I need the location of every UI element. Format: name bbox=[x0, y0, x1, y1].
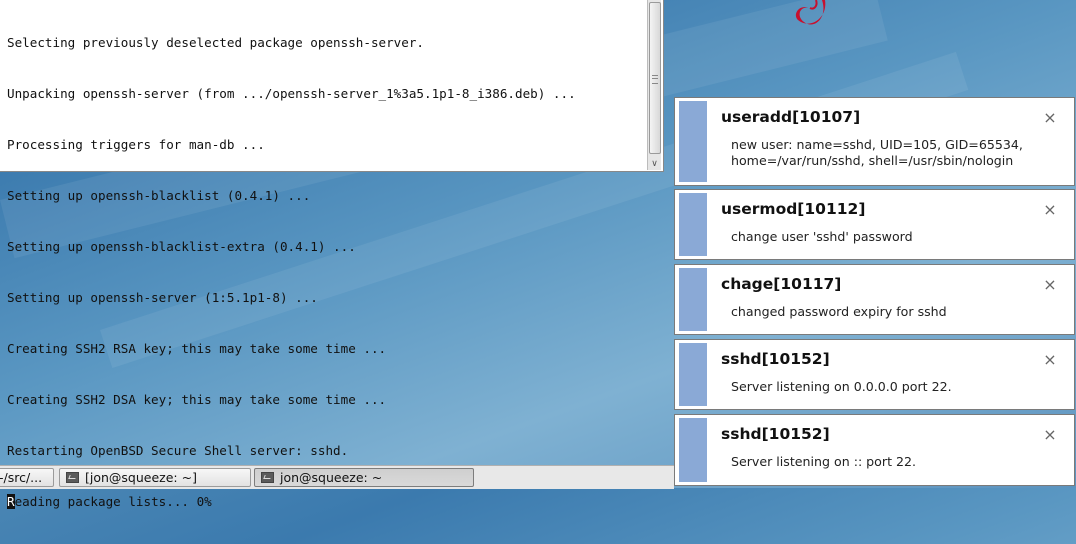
terminal-current-text: eading package lists... 0% bbox=[14, 494, 212, 509]
notification-title: sshd[10152] bbox=[721, 350, 830, 368]
notification-stripe bbox=[679, 418, 707, 482]
taskbar-item-terminal-1[interactable]: [jon@squeeze: ~] bbox=[59, 468, 251, 487]
notification-body: change user 'sshd' password bbox=[731, 229, 913, 244]
terminal-line: Creating SSH2 DSA key; this may take som… bbox=[7, 392, 387, 407]
debian-swirl-logo bbox=[795, 0, 826, 25]
notification-sshd-ipv4[interactable]: sshd[10152] Server listening on 0.0.0.0 … bbox=[674, 339, 1075, 410]
notification-useradd[interactable]: useradd[10107] new user: name=sshd, UID=… bbox=[674, 97, 1075, 186]
notification-body: changed password expiry for sshd bbox=[731, 304, 947, 319]
taskbar-item-label: [jon@squeeze: ~] bbox=[85, 470, 197, 485]
close-icon[interactable]: × bbox=[1042, 202, 1058, 218]
terminal-window[interactable]: Selecting previously deselected package … bbox=[0, 0, 664, 509]
terminal-scrollbar[interactable]: ∨ bbox=[647, 0, 661, 170]
notification-stripe bbox=[679, 101, 707, 182]
notification-title: usermod[10112] bbox=[721, 200, 866, 218]
terminal-line: Setting up openssh-blacklist-extra (0.4.… bbox=[7, 239, 356, 254]
terminal-line: Creating SSH2 RSA key; this may take som… bbox=[7, 341, 387, 356]
terminal-cursor: R bbox=[7, 494, 15, 509]
notification-stripe bbox=[679, 193, 707, 256]
notification-stripe bbox=[679, 343, 707, 406]
notification-body: new user: name=sshd, UID=105, GID=65534,… bbox=[731, 137, 1023, 168]
taskbar-item-label: jon@squeeze: ~ bbox=[280, 470, 383, 485]
terminal-icon bbox=[261, 472, 274, 483]
taskbar-item-src[interactable]: -/src/... bbox=[0, 468, 54, 487]
notification-body: Server listening on 0.0.0.0 port 22. bbox=[731, 379, 952, 394]
taskbar-item-terminal-2[interactable]: jon@squeeze: ~ bbox=[254, 468, 474, 487]
taskbar-item-label: -/src/... bbox=[0, 470, 43, 485]
notification-stripe bbox=[679, 268, 707, 331]
taskbar: -/src/... [jon@squeeze: ~] jon@squeeze: … bbox=[0, 465, 674, 489]
notification-sshd-ipv6[interactable]: sshd[10152] Server listening on :: port … bbox=[674, 414, 1075, 486]
notification-usermod[interactable]: usermod[10112] change user 'sshd' passwo… bbox=[674, 189, 1075, 260]
terminal-line: Setting up openssh-blacklist (0.4.1) ... bbox=[7, 188, 311, 203]
terminal-line: Selecting previously deselected package … bbox=[7, 35, 425, 50]
notification-title: chage[10117] bbox=[721, 275, 842, 293]
close-icon[interactable]: × bbox=[1042, 110, 1058, 126]
terminal-icon bbox=[66, 472, 79, 483]
notification-title: sshd[10152] bbox=[721, 425, 830, 443]
scrollbar-thumb[interactable] bbox=[649, 2, 661, 154]
terminal-line: Processing triggers for man-db ... bbox=[7, 137, 265, 152]
terminal-line: Unpacking openssh-server (from .../opens… bbox=[7, 86, 576, 101]
terminal-line-current: Reading package lists... 0% bbox=[7, 493, 647, 510]
notification-chage[interactable]: chage[10117] changed password expiry for… bbox=[674, 264, 1075, 335]
scrollbar-grip-icon bbox=[652, 75, 658, 84]
notification-title: useradd[10107] bbox=[721, 108, 861, 126]
terminal-output: Selecting previously deselected package … bbox=[7, 0, 647, 544]
close-icon[interactable]: × bbox=[1042, 277, 1058, 293]
terminal-line: Setting up openssh-server (1:5.1p1-8) ..… bbox=[7, 290, 318, 305]
terminal-line: Restarting OpenBSD Secure Shell server: … bbox=[7, 443, 349, 458]
close-icon[interactable]: × bbox=[1042, 352, 1058, 368]
close-icon[interactable]: × bbox=[1042, 427, 1058, 443]
scroll-down-arrow-icon[interactable]: ∨ bbox=[648, 158, 661, 170]
notification-body: Server listening on :: port 22. bbox=[731, 454, 917, 469]
